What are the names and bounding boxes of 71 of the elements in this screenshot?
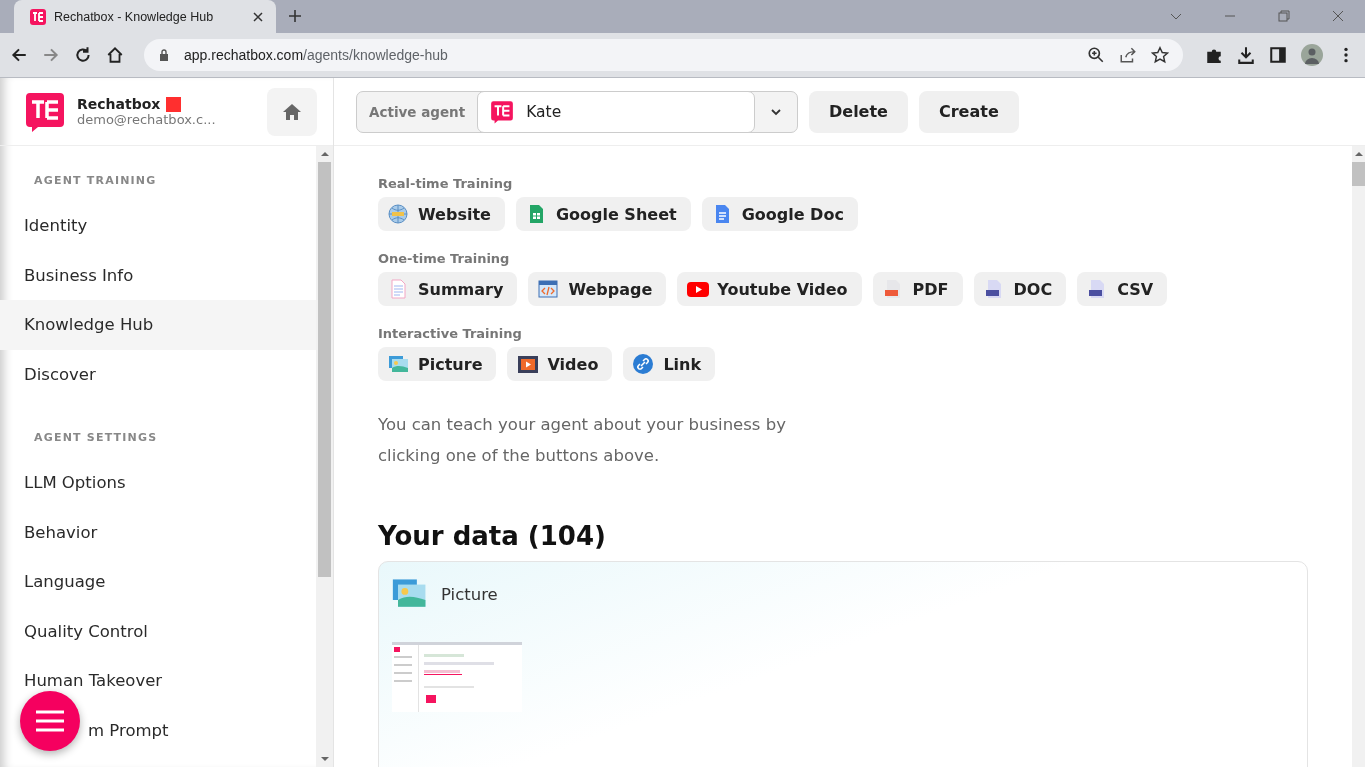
code-window-icon <box>538 278 561 300</box>
home-icon[interactable] <box>106 46 124 64</box>
menu-button[interactable] <box>20 691 80 751</box>
section-heading: AGENT SETTINGS <box>33 430 159 446</box>
share-icon[interactable] <box>1119 46 1137 64</box>
agent-select[interactable]: Active agent Kate <box>356 90 798 133</box>
action-button[interactable]: Delete <box>809 90 908 133</box>
scroll-thumb[interactable] <box>1352 162 1365 186</box>
sidebar-item[interactable]: Language <box>0 557 316 607</box>
section-title: Your data (104) <box>378 521 607 551</box>
sidebar-item[interactable]: Behavior <box>0 507 316 557</box>
zoom-icon[interactable] <box>1087 46 1105 64</box>
training-button[interactable]: Youtube Video <box>677 272 862 306</box>
scroll-thumb[interactable] <box>318 162 331 577</box>
training-button[interactable]: Picture <box>378 347 497 381</box>
training-button[interactable]: Summary <box>378 272 518 306</box>
training-button[interactable]: Website <box>378 197 505 231</box>
section-heading: Interactive Training <box>378 326 523 341</box>
menu-icon <box>35 710 65 732</box>
globe-icon <box>388 203 410 225</box>
film-icon <box>517 353 540 375</box>
browser-tab[interactable]: Rechatbox - Knowledge Hub <box>14 0 276 33</box>
sidebar-item[interactable]: Discover <box>0 349 316 399</box>
section-heading: One-time Training <box>378 251 511 266</box>
training-button[interactable]: CSV <box>1077 272 1168 306</box>
download-icon[interactable] <box>1237 46 1255 64</box>
status-square-icon <box>166 96 182 112</box>
forward-icon[interactable] <box>42 46 60 64</box>
scroll-up-icon[interactable] <box>320 151 329 157</box>
logo-icon <box>490 99 515 124</box>
close-icon[interactable] <box>252 10 264 23</box>
side-panel-icon[interactable] <box>1269 46 1287 64</box>
training-button[interactable]: Webpage <box>528 272 667 306</box>
training-button[interactable]: Video <box>507 347 613 381</box>
logo-icon <box>30 8 46 25</box>
back-icon[interactable] <box>10 46 28 64</box>
sidebar-item[interactable]: m Prompt <box>0 705 193 755</box>
avatar-icon[interactable] <box>1301 44 1323 66</box>
account-name: Rechatbox <box>77 96 161 112</box>
training-button[interactable]: DOC <box>973 272 1067 306</box>
hint-text: You can teach your agent about your business by clicking one of the buttons above. <box>378 414 787 467</box>
address-bar[interactable]: app.rechatbox.com/agents/knowledge-hub <box>144 39 1183 71</box>
tab-title: Rechatbox - Knowledge Hub <box>54 9 215 24</box>
new-tab-icon[interactable] <box>288 9 302 23</box>
scrollbar[interactable] <box>1352 146 1365 767</box>
scroll-up-icon[interactable] <box>1354 151 1363 157</box>
picture-icon <box>388 353 410 375</box>
action-button[interactable]: Create <box>918 90 1019 133</box>
star-icon[interactable] <box>1151 46 1169 64</box>
sidebar-item[interactable]: LLM Options <box>0 458 316 508</box>
training-button[interactable]: Google Sheet <box>515 197 691 231</box>
reload-icon[interactable] <box>74 46 92 64</box>
scrollbar[interactable] <box>316 146 333 767</box>
lock-icon <box>158 49 170 61</box>
sidebar-item[interactable]: Knowledge Hub <box>0 300 316 350</box>
sidebar-item[interactable]: Business Info <box>0 250 316 300</box>
account-email: demo@rechatbox.c... <box>77 112 217 127</box>
home-button[interactable] <box>267 87 317 136</box>
section-heading: AGENT TRAINING <box>33 173 158 189</box>
home-icon <box>282 101 302 122</box>
training-button[interactable]: Link <box>623 347 716 381</box>
sidebar-item[interactable]: Quality Control <box>0 606 316 656</box>
logo-icon <box>24 90 66 133</box>
training-button[interactable]: Google Doc <box>701 197 858 231</box>
training-button[interactable]: PDF <box>872 272 963 306</box>
scroll-down-icon[interactable] <box>320 756 329 762</box>
data-type: Picture <box>441 584 498 604</box>
section-heading: Real-time Training <box>378 176 514 191</box>
link-icon <box>633 353 656 375</box>
sidebar-item[interactable]: Identity <box>0 201 316 251</box>
sidebar-item[interactable]: Human Takeover <box>0 656 316 706</box>
